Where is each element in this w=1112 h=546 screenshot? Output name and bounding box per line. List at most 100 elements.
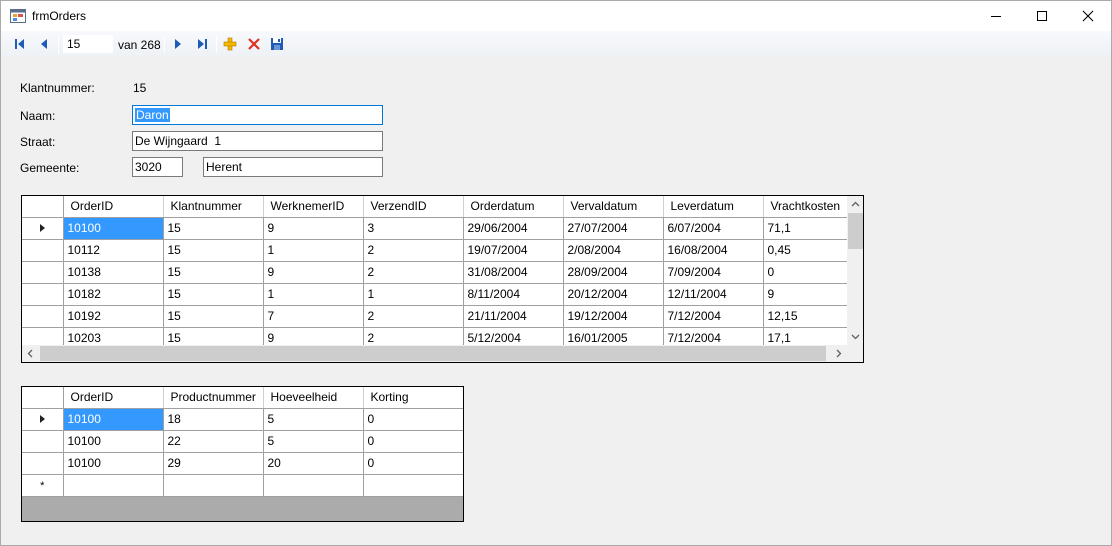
naam-field[interactable]: Daron — [132, 105, 383, 125]
table-row[interactable]: 10100 15 9 3 29/06/2004 27/07/2004 6/07/… — [22, 217, 849, 240]
move-last-icon[interactable] — [194, 36, 210, 52]
table-cell[interactable]: 9 — [763, 283, 849, 306]
table-cell[interactable]: 21/11/2004 — [463, 305, 564, 328]
table-cell[interactable]: 0,45 — [763, 239, 849, 262]
table-cell[interactable]: 15 — [163, 217, 264, 240]
table-row[interactable]: 10112 15 1 2 19/07/2004 2/08/2004 16/08/… — [22, 239, 849, 262]
table-cell[interactable]: 20 — [263, 452, 364, 475]
table-cell[interactable]: 27/07/2004 — [563, 217, 664, 240]
table-cell[interactable]: 9 — [263, 217, 364, 240]
table-cell[interactable]: 1 — [263, 239, 364, 262]
column-header-orderdatum[interactable]: Orderdatum — [463, 196, 564, 218]
vertical-scrollbar[interactable] — [847, 196, 863, 345]
column-header-orderid[interactable]: OrderID — [63, 387, 164, 409]
table-cell[interactable]: 2 — [363, 239, 464, 262]
scroll-left-icon[interactable] — [22, 345, 39, 362]
column-header-werknemerid[interactable]: WerknemerID — [263, 196, 364, 218]
column-header-productnummer[interactable]: Productnummer — [163, 387, 264, 409]
table-cell[interactable]: 5 — [263, 430, 364, 453]
delete-icon[interactable] — [246, 36, 262, 52]
row-header[interactable] — [22, 283, 64, 306]
table-cell[interactable]: 10100 — [63, 452, 164, 475]
maximize-button[interactable] — [1019, 1, 1065, 31]
table-cell[interactable]: 28/09/2004 — [563, 261, 664, 284]
table-cell[interactable]: 7 — [263, 305, 364, 328]
add-new-icon[interactable] — [222, 36, 238, 52]
table-cell[interactable] — [63, 474, 164, 497]
table-cell[interactable] — [163, 474, 264, 497]
move-next-icon[interactable] — [170, 36, 186, 52]
table-cell[interactable]: 6/07/2004 — [663, 217, 764, 240]
table-cell[interactable]: 2/08/2004 — [563, 239, 664, 262]
table-row[interactable]: 10100 29 20 0 — [22, 452, 463, 475]
table-cell[interactable]: 31/08/2004 — [463, 261, 564, 284]
column-header-klantnummer[interactable]: Klantnummer — [163, 196, 264, 218]
minimize-button[interactable] — [973, 1, 1019, 31]
table-cell[interactable]: 10100 — [63, 408, 164, 431]
column-header-verzendid[interactable]: VerzendID — [363, 196, 464, 218]
table-row[interactable]: 10138 15 9 2 31/08/2004 28/09/2004 7/09/… — [22, 261, 849, 284]
table-cell[interactable] — [263, 474, 364, 497]
table-row[interactable]: 10192 15 7 2 21/11/2004 19/12/2004 7/12/… — [22, 305, 849, 328]
table-cell[interactable]: 2 — [363, 261, 464, 284]
table-cell[interactable]: 2 — [363, 305, 464, 328]
position-input[interactable] — [63, 35, 113, 53]
scroll-down-icon[interactable] — [847, 328, 863, 345]
column-header-leverdatum[interactable]: Leverdatum — [663, 196, 764, 218]
new-row[interactable]: * — [22, 474, 463, 497]
gemeente-field[interactable]: Herent — [203, 157, 383, 177]
horizontal-scroll-thumb[interactable] — [40, 346, 826, 361]
table-cell[interactable]: 0 — [763, 261, 849, 284]
table-row[interactable]: 10100 22 5 0 — [22, 430, 463, 453]
table-cell[interactable]: 10100 — [63, 430, 164, 453]
column-header-vrachtkosten[interactable]: Vrachtkosten — [763, 196, 849, 218]
table-row[interactable]: 10100 18 5 0 — [22, 408, 463, 431]
move-first-icon[interactable] — [12, 36, 28, 52]
table-cell[interactable]: 12/11/2004 — [663, 283, 764, 306]
row-header[interactable] — [22, 239, 64, 262]
table-cell[interactable]: 7/12/2004 — [663, 305, 764, 328]
table-cell[interactable]: 15 — [163, 283, 264, 306]
column-header-korting[interactable]: Korting — [363, 387, 463, 409]
scroll-right-icon[interactable] — [830, 345, 847, 362]
table-cell[interactable]: 7/09/2004 — [663, 261, 764, 284]
table-cell[interactable]: 15 — [163, 239, 264, 262]
table-cell[interactable]: 1 — [263, 283, 364, 306]
table-cell[interactable]: 0 — [363, 408, 463, 431]
new-row-indicator[interactable]: * — [22, 474, 64, 497]
column-header-hoeveelheid[interactable]: Hoeveelheid — [263, 387, 364, 409]
table-cell[interactable]: 71,1 — [763, 217, 849, 240]
save-icon[interactable] — [269, 36, 285, 52]
table-row[interactable]: 10182 15 1 1 8/11/2004 20/12/2004 12/11/… — [22, 283, 849, 306]
scroll-up-icon[interactable] — [847, 196, 863, 213]
order-details-grid[interactable]: OrderID Productnummer Hoeveelheid Kortin… — [21, 386, 464, 522]
table-cell[interactable]: 20/12/2004 — [563, 283, 664, 306]
table-cell[interactable]: 18 — [163, 408, 264, 431]
table-cell[interactable]: 8/11/2004 — [463, 283, 564, 306]
row-header[interactable] — [22, 305, 64, 328]
orders-grid[interactable]: OrderID Klantnummer WerknemerID VerzendI… — [21, 195, 864, 363]
table-cell[interactable]: 0 — [363, 430, 463, 453]
straat-field[interactable]: De Wijngaard 1 — [132, 131, 383, 151]
table-cell[interactable]: 16/08/2004 — [663, 239, 764, 262]
current-row-indicator[interactable] — [22, 217, 64, 240]
postcode-field[interactable]: 3020 — [132, 157, 183, 177]
current-row-indicator[interactable] — [22, 408, 64, 431]
row-header[interactable] — [22, 452, 64, 475]
table-cell[interactable] — [363, 474, 463, 497]
close-button[interactable] — [1065, 1, 1111, 31]
table-cell[interactable]: 29/06/2004 — [463, 217, 564, 240]
column-header-vervaldatum[interactable]: Vervaldatum — [563, 196, 664, 218]
horizontal-scrollbar[interactable] — [22, 345, 847, 362]
table-cell[interactable]: 3 — [363, 217, 464, 240]
table-cell[interactable]: 29 — [163, 452, 264, 475]
table-cell[interactable]: 10138 — [63, 261, 164, 284]
table-cell[interactable]: 19/07/2004 — [463, 239, 564, 262]
table-cell[interactable]: 10100 — [63, 217, 164, 240]
row-header[interactable] — [22, 430, 64, 453]
column-header-orderid[interactable]: OrderID — [63, 196, 164, 218]
table-cell[interactable]: 10112 — [63, 239, 164, 262]
table-cell[interactable]: 10192 — [63, 305, 164, 328]
vertical-scroll-thumb[interactable] — [848, 213, 863, 249]
table-cell[interactable]: 15 — [163, 305, 264, 328]
